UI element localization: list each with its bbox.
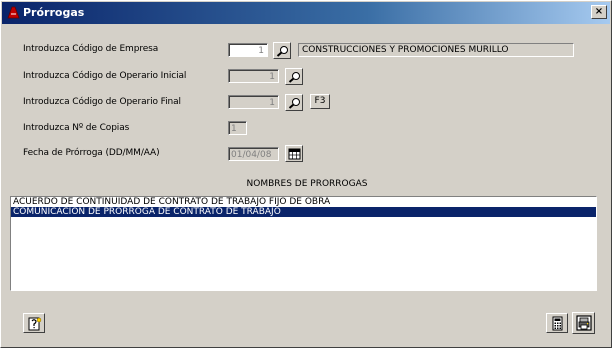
close-button[interactable]: ×: [591, 5, 607, 19]
empresa-label: Introduzca Código de Empresa: [23, 44, 159, 54]
copias-label: Introduzca Nº de Copias: [23, 123, 130, 133]
print-button[interactable]: [572, 312, 595, 334]
empresa-description: CONSTRUCCIONES Y PROMOCIONES MURILLO: [298, 43, 574, 57]
title-bar: Prórrogas ×: [2, 2, 610, 24]
help-button[interactable]: [23, 313, 45, 333]
empresa-search-button[interactable]: [273, 42, 291, 59]
fecha-input[interactable]: 01/04/08: [228, 147, 279, 161]
help-icon: [28, 317, 42, 331]
list-item-selected[interactable]: COMUNICACION DE PRORROGA DE CONTRATO DE …: [11, 207, 596, 217]
print-icon: [576, 315, 592, 331]
empresa-input[interactable]: 1: [228, 43, 268, 57]
operario-final-search-button[interactable]: [285, 94, 303, 111]
calculator-button[interactable]: [546, 313, 568, 333]
magnifier-icon: [288, 98, 300, 109]
copias-input[interactable]: 1: [228, 121, 247, 135]
prorrogas-list[interactable]: ACUERDO DE CONTINUIDAD DE CONTRATO DE TR…: [10, 196, 597, 291]
calendar-button[interactable]: [285, 145, 303, 162]
operario-final-input[interactable]: 1: [228, 95, 279, 109]
window-title: Prórrogas: [23, 6, 85, 19]
operario-inicial-label: Introduzca Código de Operario Inicial: [23, 71, 187, 81]
calculator-icon: [552, 316, 563, 331]
calendar-icon: [288, 148, 301, 160]
prorrogas-window: Prórrogas × Introduzca Código de Empresa…: [0, 0, 612, 348]
magnifier-icon: [288, 72, 300, 83]
operario-final-label: Introduzca Código de Operario Final: [23, 97, 181, 107]
operario-inicial-search-button[interactable]: [285, 68, 303, 85]
app-icon: [6, 5, 21, 20]
operario-inicial-input[interactable]: 1: [228, 69, 279, 83]
f3-button[interactable]: F3: [310, 94, 330, 109]
list-title: NOMBRES DE PRORROGAS: [246, 179, 368, 189]
magnifier-icon: [276, 46, 288, 57]
fecha-label: Fecha de Prórroga (DD/MM/AA): [23, 148, 160, 158]
list-item[interactable]: ACUERDO DE CONTINUIDAD DE CONTRATO DE TR…: [11, 197, 596, 207]
